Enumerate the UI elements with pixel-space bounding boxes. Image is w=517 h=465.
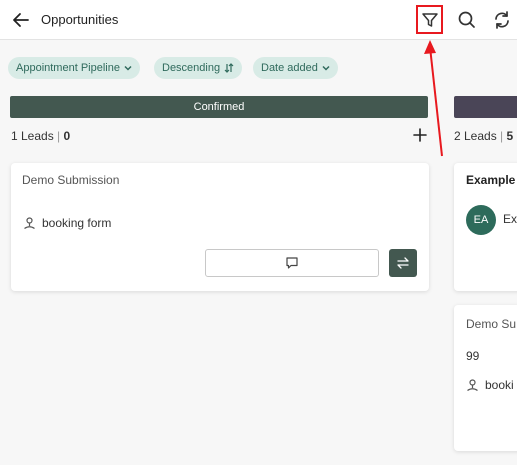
filter-icon[interactable]	[416, 5, 443, 34]
opportunity-card[interactable]: Example EA Ex	[454, 163, 517, 291]
card-title: Example	[466, 173, 516, 187]
sort-by-chip[interactable]: Date added	[253, 57, 338, 79]
chat-bubble-icon	[286, 257, 298, 269]
arrow-left-icon[interactable]	[10, 9, 32, 31]
column-stats: 2 Leads | 5	[454, 129, 513, 143]
avatar: EA	[466, 205, 496, 235]
sort-by-label: Date added	[261, 62, 318, 74]
page: Opportunities Appointment Pipeline Desce…	[0, 0, 517, 465]
card-source: booking form	[23, 216, 111, 230]
column-title: Confirmed	[193, 101, 245, 113]
source-label: booking form	[42, 216, 112, 230]
column-header-second[interactable]	[454, 96, 517, 118]
add-note-button[interactable]	[205, 249, 379, 277]
leads-amount: 0	[63, 129, 71, 143]
opportunity-card[interactable]: Demo Su 99 booki	[454, 305, 517, 451]
card-source: booki	[466, 378, 514, 392]
swap-arrows-icon	[397, 257, 409, 269]
leads-count: 2 Leads	[454, 129, 497, 143]
chevron-down-icon	[322, 65, 330, 71]
sort-order-label: Descending	[162, 62, 221, 74]
chevron-down-icon	[124, 65, 132, 71]
plus-icon[interactable]	[412, 127, 428, 143]
pipeline-select-chip[interactable]: Appointment Pipeline	[8, 57, 140, 79]
leads-amount: 5	[506, 129, 514, 143]
stats-separator: |	[57, 129, 61, 143]
card-title: Demo Submission	[22, 173, 120, 187]
leads-count: 1 Leads	[11, 129, 54, 143]
opportunity-value: 99	[466, 349, 480, 363]
source-label: booki	[485, 378, 514, 392]
refresh-icon[interactable]	[490, 8, 514, 32]
column-stats: 1 Leads | 0	[11, 129, 70, 143]
location-pin-icon	[467, 379, 478, 392]
opportunity-card[interactable]: Demo Submission booking form	[11, 163, 429, 291]
app-header: Opportunities	[0, 0, 517, 40]
column-header-confirmed[interactable]: Confirmed	[10, 96, 428, 118]
search-icon[interactable]	[455, 8, 479, 32]
move-stage-button[interactable]	[389, 249, 417, 277]
contact-name: Ex	[503, 212, 517, 226]
stats-separator: |	[500, 129, 504, 143]
sort-order-chip[interactable]: Descending	[154, 57, 243, 79]
location-pin-icon	[24, 217, 35, 230]
sort-icon	[224, 63, 234, 73]
page-title: Opportunities	[41, 12, 119, 27]
card-title: Demo Su	[466, 317, 517, 331]
pipeline-chip-label: Appointment Pipeline	[16, 62, 120, 74]
